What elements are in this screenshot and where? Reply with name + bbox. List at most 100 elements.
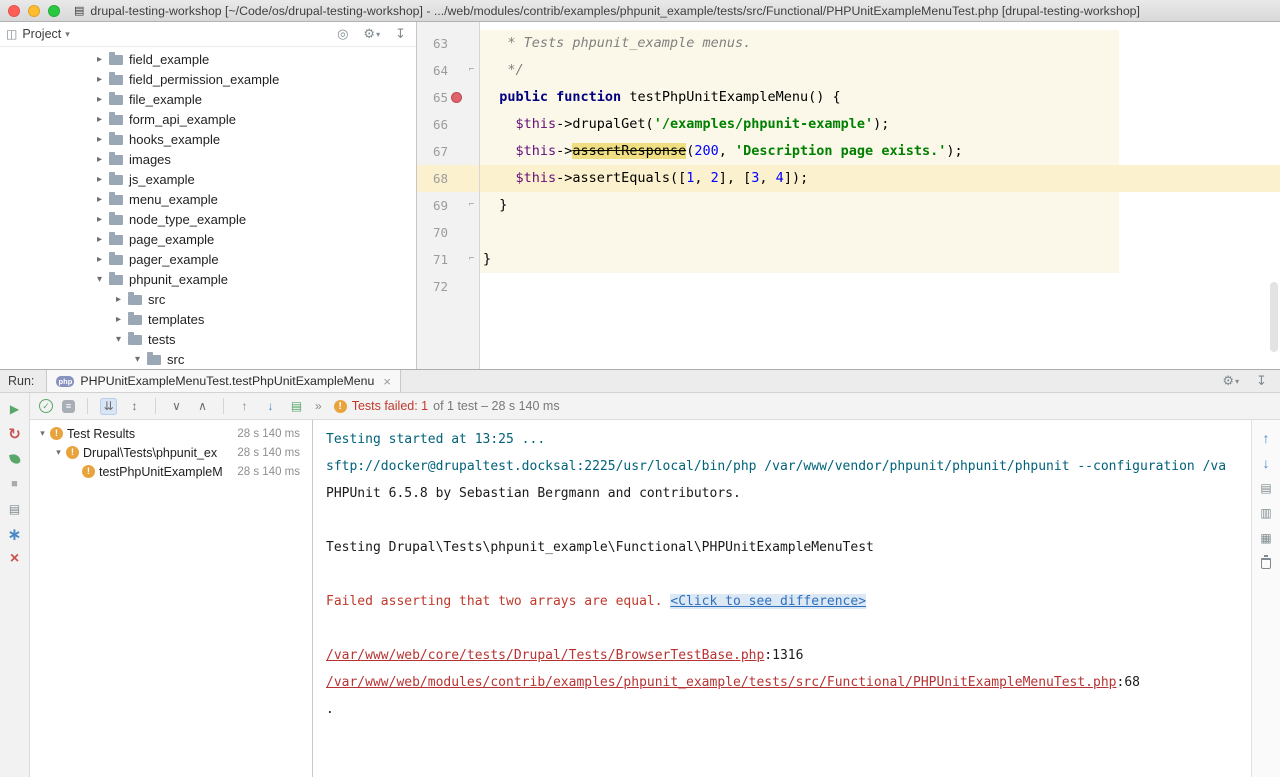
- tree-item-file_example[interactable]: ▸file_example: [0, 89, 416, 109]
- chevron-right-icon[interactable]: ▸: [93, 74, 106, 85]
- close-window-button[interactable]: [8, 5, 20, 17]
- project-title[interactable]: Project ▾: [22, 27, 69, 41]
- editor-scrollbar[interactable]: [1270, 282, 1278, 352]
- tree-item-page_example[interactable]: ▸page_example: [0, 229, 416, 249]
- folder-icon: [109, 115, 123, 125]
- sort-alphabetically-button[interactable]: ↕: [126, 398, 143, 415]
- test-body: ▾!Test Results28 s 140 ms▾!Drupal\Tests\…: [30, 420, 1280, 777]
- tree-item-hooks_example[interactable]: ▸hooks_example: [0, 129, 416, 149]
- tree-item-src[interactable]: ▸src: [0, 289, 416, 309]
- line-number: 68: [417, 165, 448, 192]
- chevron-right-icon[interactable]: ▸: [112, 294, 125, 305]
- chevron-right-icon[interactable]: ▸: [112, 314, 125, 325]
- close-tab-icon[interactable]: ×: [383, 375, 391, 388]
- tree-item-form_api_example[interactable]: ▸form_api_example: [0, 109, 416, 129]
- next-failed-test-button[interactable]: ↓: [262, 398, 279, 415]
- tree-item-field_example[interactable]: ▸field_example: [0, 49, 416, 69]
- tree-item-tests[interactable]: ▾tests: [0, 329, 416, 349]
- zoom-window-button[interactable]: [48, 5, 60, 17]
- fold-marker-icon[interactable]: ⌐: [469, 57, 474, 84]
- code-token: ], [: [719, 170, 752, 186]
- hide-panel-icon[interactable]: ↧: [395, 26, 406, 42]
- collapse-all-button[interactable]: ∧: [194, 398, 211, 415]
- locate-file-icon[interactable]: ◎: [337, 26, 348, 42]
- chevron-right-icon[interactable]: ▸: [93, 154, 106, 165]
- tree-item-pager_example[interactable]: ▸pager_example: [0, 249, 416, 269]
- tree-item-images[interactable]: ▸images: [0, 149, 416, 169]
- code-token: [483, 170, 516, 186]
- chevron-down-icon[interactable]: ▾: [36, 428, 49, 439]
- chevron-right-icon[interactable]: ▸: [93, 54, 106, 65]
- test-tree-item[interactable]: ▾!Test Results28 s 140 ms: [30, 424, 312, 443]
- chevron-down-icon[interactable]: ▾: [131, 354, 144, 365]
- test-tree-item[interactable]: !testPhpUnitExampleM28 s 140 ms: [30, 462, 312, 481]
- tree-item-menu_example[interactable]: ▸menu_example: [0, 189, 416, 209]
- chevron-right-icon[interactable]: ▸: [93, 174, 106, 185]
- stop-button[interactable]: ■: [6, 476, 24, 492]
- code-token: ,: [719, 143, 735, 159]
- console-output[interactable]: Testing started at 13:25 ...sftp://docke…: [313, 420, 1251, 777]
- code-editor[interactable]: 63 * Tests phpunit_example menus.64⌐ */6…: [417, 22, 1280, 369]
- import-test-results-button[interactable]: ▥: [1257, 505, 1275, 521]
- chevron-right-icon[interactable]: ▸: [93, 134, 106, 145]
- see-difference-link[interactable]: <Click to see difference>: [670, 594, 866, 609]
- settings-gear-icon-glyph: ⚙: [1222, 373, 1234, 389]
- fold-marker-icon[interactable]: ⌐: [469, 192, 474, 219]
- settings-gear-icon[interactable]: ⚙▾: [1222, 373, 1239, 389]
- chevron-down-icon[interactable]: ▾: [112, 334, 125, 345]
- toolbar-separator: [155, 398, 156, 414]
- chevron-down-icon[interactable]: ▾: [93, 274, 106, 285]
- run-tab-label: PHPUnitExampleMenuTest.testPhpUnitExampl…: [80, 374, 374, 388]
- minimize-window-button[interactable]: [28, 5, 40, 17]
- more-icons-chevron[interactable]: »: [315, 399, 322, 413]
- settings-gear-icon[interactable]: ⚙▾: [363, 26, 380, 42]
- show-passed-button[interactable]: ✓: [39, 399, 53, 413]
- chevron-right-icon[interactable]: ▸: [93, 194, 106, 205]
- chevron-right-icon[interactable]: ▸: [93, 254, 106, 265]
- chevron-right-icon[interactable]: ▸: [93, 114, 106, 125]
- tree-item-field_permission_example[interactable]: ▸field_permission_example: [0, 69, 416, 89]
- project-tree[interactable]: ▸field_example▸field_permission_example▸…: [0, 47, 416, 369]
- chevron-right-icon[interactable]: ▸: [93, 234, 106, 245]
- rerun-failed-tests-button[interactable]: ↻: [6, 426, 24, 442]
- code-token: }: [483, 251, 491, 267]
- down-the-stack-trace-button[interactable]: ↓: [1257, 455, 1275, 471]
- fold-marker-icon[interactable]: ⌐: [469, 246, 474, 273]
- tree-item-node_type_example[interactable]: ▸node_type_example: [0, 209, 416, 229]
- restore-layout-button[interactable]: ▤: [6, 501, 24, 517]
- rerun-button[interactable]: ▶: [6, 401, 24, 417]
- tree-item-templates[interactable]: ▸templates: [0, 309, 416, 329]
- tree-item-src[interactable]: ▾src: [0, 349, 416, 369]
- hide-toolwindow-icon[interactable]: ↧: [1256, 373, 1267, 389]
- chevron-right-icon[interactable]: ▸: [93, 214, 106, 225]
- test-failed-gutter-icon[interactable]: [451, 92, 462, 103]
- tree-item-phpunit_example[interactable]: ▾phpunit_example: [0, 269, 416, 289]
- export-test-results-button[interactable]: ▤: [1257, 480, 1275, 496]
- file-link[interactable]: /var/www/web/core/tests/Drupal/Tests/Bro…: [326, 648, 764, 663]
- print-button[interactable]: ▦: [1257, 530, 1275, 546]
- sort-by-duration-button[interactable]: ⇊: [100, 398, 117, 415]
- show-ignored-button[interactable]: ≡: [62, 400, 75, 413]
- tree-item-js_example[interactable]: ▸js_example: [0, 169, 416, 189]
- toggle-auto-test-button[interactable]: [6, 451, 24, 467]
- code-token: ->drupalGet(: [556, 116, 654, 132]
- file-link[interactable]: /var/www/web/modules/contrib/examples/ph…: [326, 675, 1117, 690]
- chevron-right-icon[interactable]: ▸: [93, 94, 106, 105]
- console-text: Failed asserting that two arrays are equ…: [326, 594, 670, 609]
- clear-console-button[interactable]: [1257, 555, 1275, 571]
- run-tab[interactable]: php PHPUnitExampleMenuTest.testPhpUnitEx…: [46, 370, 401, 392]
- pin-tab-button[interactable]: ∗: [6, 526, 24, 542]
- up-the-stack-trace-button[interactable]: ↑: [1257, 430, 1275, 446]
- code-token: assertResponse: [572, 143, 686, 159]
- code-token: [483, 89, 499, 105]
- test-tree[interactable]: ▾!Test Results28 s 140 ms▾!Drupal\Tests\…: [30, 420, 313, 777]
- code-text: * Tests phpunit_example menus.: [480, 30, 1280, 57]
- previous-failed-test-button[interactable]: ↑: [236, 398, 253, 415]
- expand-all-button[interactable]: ∨: [168, 398, 185, 415]
- test-tree-item[interactable]: ▾!Drupal\Tests\phpunit_ex28 s 140 ms: [30, 443, 312, 462]
- run-tool-window: Run: php PHPUnitExampleMenuTest.testPhpU…: [0, 369, 1280, 777]
- close-button[interactable]: ×: [6, 551, 24, 567]
- run-left-toolbar: ▶ ↻ ■ ▤ ∗ ×: [0, 393, 30, 777]
- chevron-down-icon[interactable]: ▾: [52, 447, 65, 458]
- import-test-results-button[interactable]: ▤: [288, 398, 305, 415]
